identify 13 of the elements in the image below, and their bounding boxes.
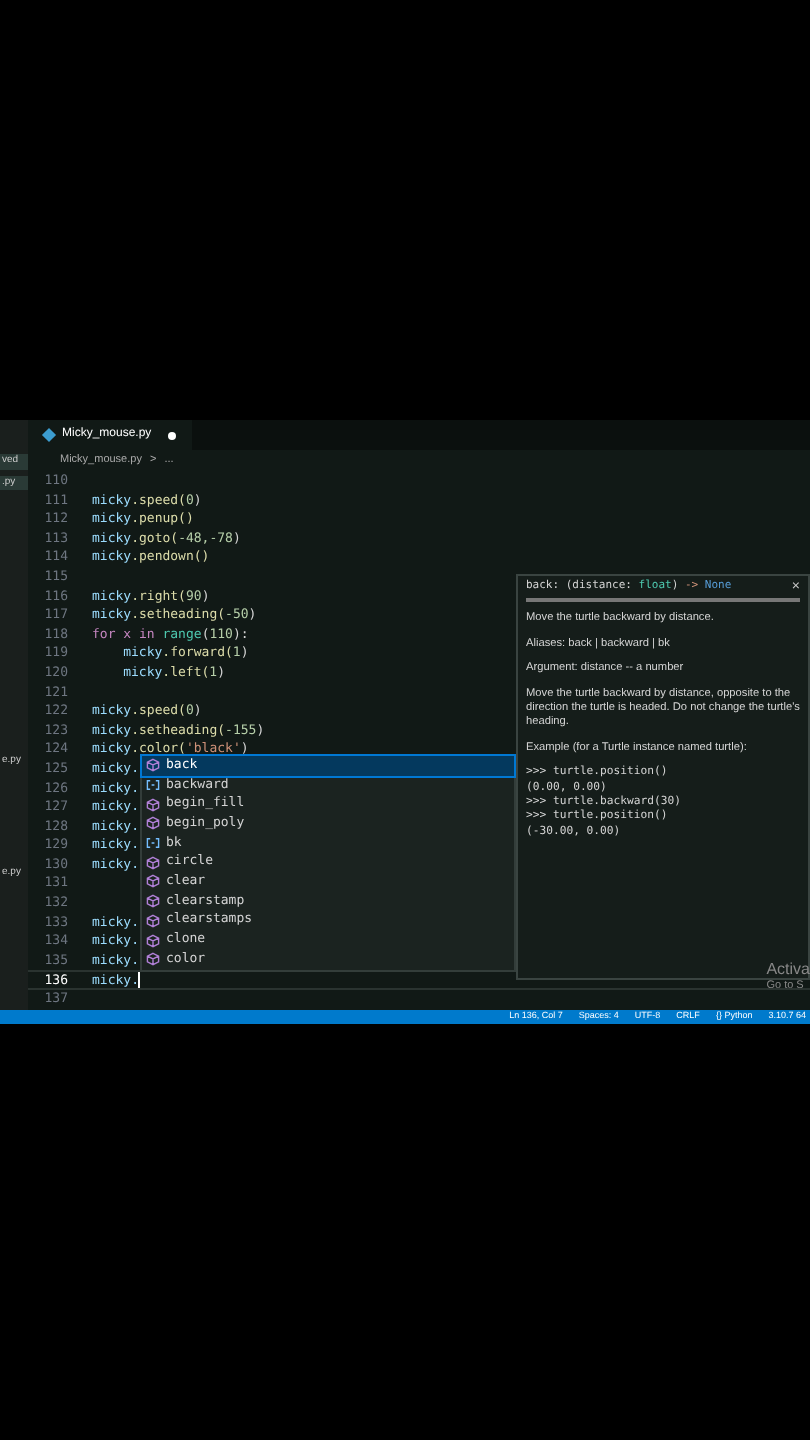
cube-icon — [146, 816, 160, 831]
cube-icon — [146, 855, 160, 870]
cube-icon — [146, 952, 160, 967]
cube-icon — [146, 913, 160, 928]
cube-icon — [146, 933, 160, 948]
variable-icon — [146, 778, 160, 793]
text-cursor — [138, 972, 141, 989]
variable-icon — [146, 836, 160, 851]
cube-icon — [146, 758, 160, 773]
cube-icon — [146, 874, 160, 889]
activation-title: Activa — [766, 960, 810, 978]
cube-icon — [146, 797, 160, 812]
cube-icon — [146, 894, 160, 909]
